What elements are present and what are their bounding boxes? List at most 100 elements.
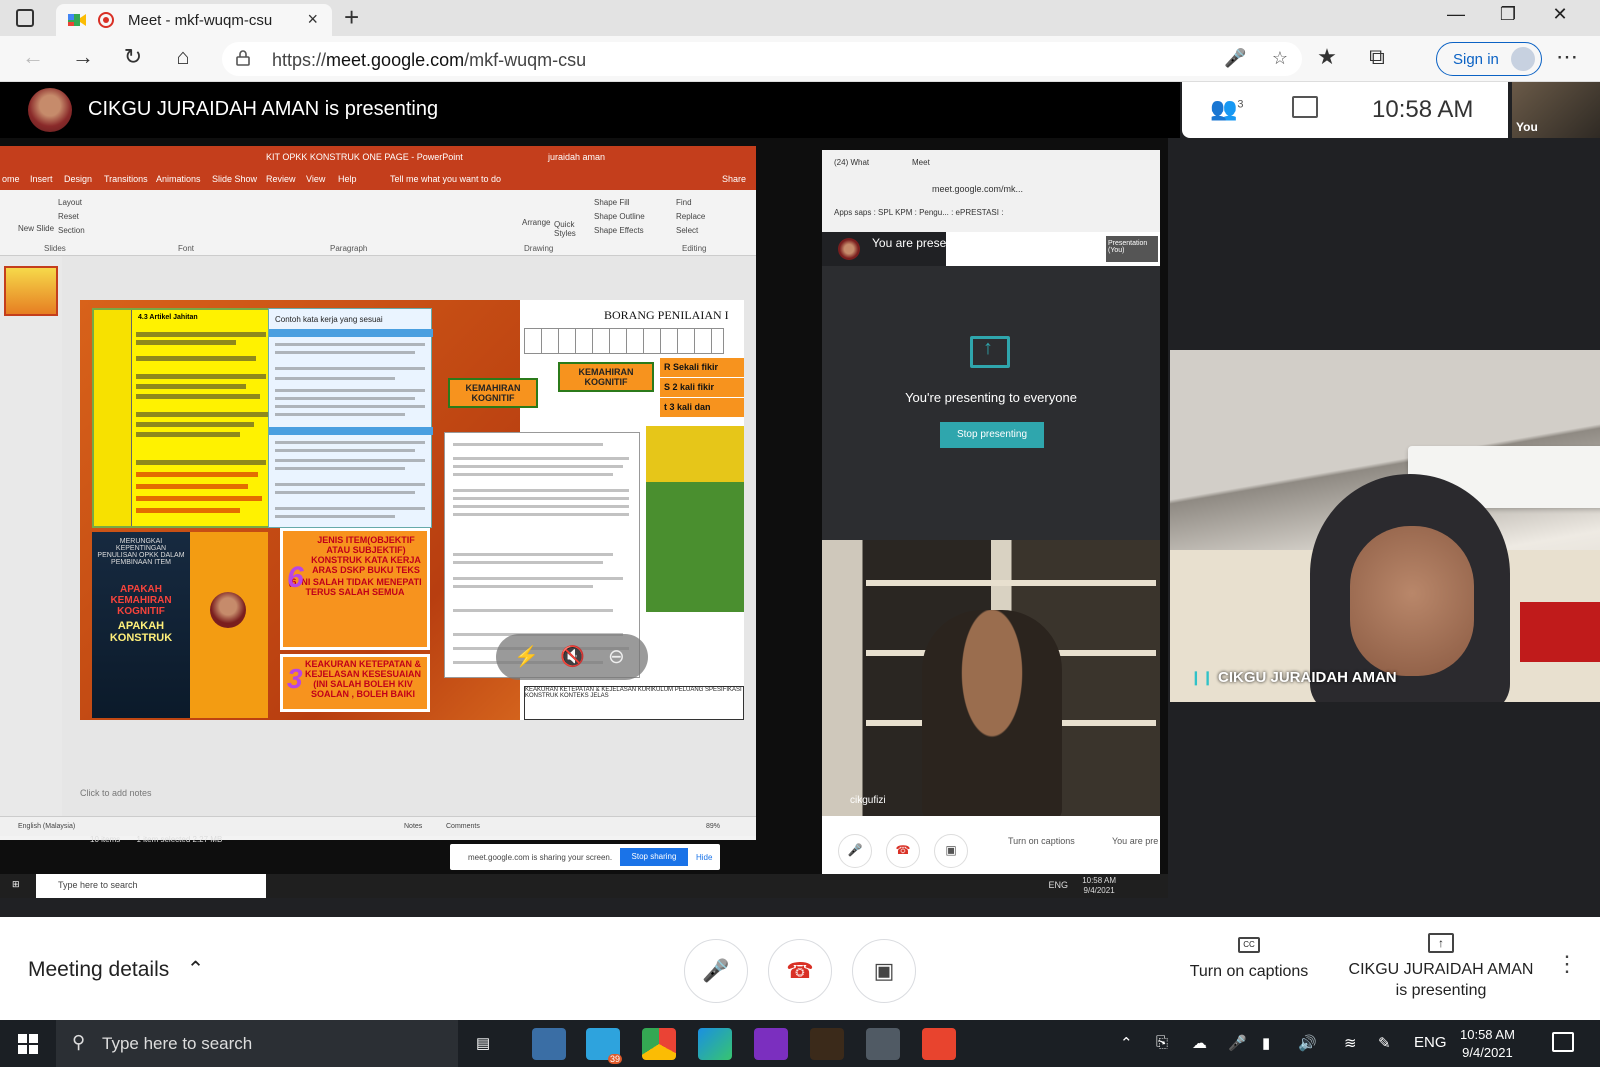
shared-url: meet.google.com/mk... (932, 184, 1024, 194)
meeting-details-button[interactable]: Meeting details ⌃ (28, 957, 204, 982)
pin-icon[interactable]: ⚡ (514, 644, 539, 669)
start-icon[interactable] (18, 1034, 38, 1054)
shared-tab-meet: Meet (912, 158, 930, 167)
tile-red-object (1520, 602, 1600, 662)
close-window-icon[interactable]: ✕ (1540, 4, 1580, 25)
self-video-tile[interactable]: You (1512, 82, 1600, 138)
participant-tile[interactable]: ❙❙ CIKGU JURAIDAH AMAN (1170, 350, 1600, 702)
ppt-share[interactable]: Share (722, 174, 746, 184)
new-slide-button[interactable]: New Slide (18, 224, 54, 233)
status-notes[interactable]: Notes (404, 823, 422, 830)
ppt-tab[interactable]: Review (266, 174, 296, 184)
new-tab-button[interactable]: + (344, 2, 359, 33)
recorder-app-icon[interactable] (922, 1028, 956, 1060)
ppt-tab[interactable]: ome (2, 174, 20, 184)
browser-tab-meet[interactable]: Meet - mkf-wuqm-csu × (56, 4, 332, 36)
volume-icon[interactable]: 🔊 (1298, 1034, 1317, 1052)
camera-icon: ▣ (873, 958, 895, 983)
task-view-icon[interactable]: ▤ (476, 1034, 490, 1052)
ppt-tab[interactable]: Animations (156, 174, 201, 184)
microphone-button[interactable]: 🎤 (684, 939, 748, 1003)
shared-hangup-icon: ☎ (886, 834, 920, 868)
url-field[interactable]: https://meet.google.com/mkf-wuqm-csu 🎤 ☆ (222, 42, 1302, 76)
reset-button[interactable]: Reset (58, 212, 79, 221)
find-button[interactable]: Find (676, 198, 692, 207)
select-button[interactable]: Select (676, 226, 698, 235)
wifi-icon[interactable]: ≋ (1344, 1034, 1357, 1052)
ppt-tab[interactable]: View (306, 174, 325, 184)
slide-thumbnail[interactable] (4, 266, 58, 316)
participant-figure (922, 610, 1062, 816)
leave-call-button[interactable]: ☎ (768, 939, 832, 1003)
notes-placeholder[interactable]: Click to add notes (80, 788, 152, 798)
battery-icon[interactable]: ▮ (1262, 1034, 1270, 1052)
minimize-icon[interactable]: — (1436, 4, 1476, 25)
ppt-doc-title: KIT OPKK KONSTRUK ONE PAGE - PowerPoint (266, 152, 463, 162)
layout-button[interactable]: Layout (58, 198, 82, 207)
more-options-icon[interactable]: ⋮ (1556, 951, 1578, 977)
desktop-app-icon[interactable] (532, 1028, 566, 1060)
more-options-icon[interactable]: ⋯ (1556, 44, 1578, 70)
taskbar-search[interactable]: ⚲ Type here to search (56, 1020, 458, 1067)
forward-icon[interactable]: → (68, 44, 98, 70)
taskbar-search-placeholder: Type here to search (102, 1034, 253, 1053)
sign-in-button[interactable]: Sign in (1436, 42, 1542, 76)
slide-editor[interactable]: 4.3 Artikel Jahitan Contoh kata kerja ya… (62, 256, 756, 816)
tray-microphone-icon[interactable]: 🎤 (1228, 1034, 1247, 1052)
ppt-tab[interactable]: Insert (30, 174, 53, 184)
replace-button[interactable]: Replace (676, 212, 705, 221)
participant-face (1350, 526, 1474, 676)
taskbar-clock[interactable]: 10:58 AM 9/4/2021 (1460, 1026, 1515, 1062)
shape-effects-button[interactable]: Shape Effects (594, 226, 644, 235)
camera-button[interactable]: ▣ (852, 939, 916, 1003)
telegram-icon[interactable]: 39 (586, 1028, 622, 1064)
chrome-icon[interactable] (642, 1028, 676, 1060)
close-tab-icon[interactable]: × (307, 9, 318, 30)
settings-app-icon[interactable] (866, 1028, 900, 1060)
edge-icon[interactable] (698, 1028, 732, 1060)
ppt-tab[interactable]: Transitions (104, 174, 148, 184)
collections-icon[interactable]: ⧉ (1362, 44, 1392, 70)
slide-fikir-list: R Sekali fikir S 2 kali fikir t 3 kali d… (660, 358, 744, 420)
pen-icon[interactable]: ✎ (1378, 1034, 1391, 1052)
shared-captions: Turn on captions (1008, 836, 1075, 846)
restore-icon[interactable]: ❐ (1488, 4, 1528, 25)
back-icon[interactable]: ← (18, 44, 48, 70)
ribbon-group-label: Drawing (524, 244, 554, 253)
people-icon[interactable]: 👥3 (1210, 96, 1244, 122)
onedrive-icon[interactable]: ☁ (1192, 1034, 1207, 1052)
presenting-status: is presenting (1395, 982, 1487, 999)
microphone-icon[interactable]: 🎤 (1224, 48, 1246, 68)
section-button[interactable]: Section (58, 226, 85, 235)
show-hidden-icons-icon[interactable]: ⌃ (1120, 1034, 1133, 1052)
presenting-button[interactable]: ↑ CIKGU JURAIDAH AMAN is presenting (1346, 933, 1536, 1001)
shape-outline-button[interactable]: Shape Outline (594, 212, 645, 221)
slide-thumbnails (0, 256, 62, 816)
ppt-tab[interactable]: Help (338, 174, 357, 184)
home-icon[interactable]: ⌂ (168, 44, 198, 70)
ppt-user: juraidah aman (548, 152, 606, 162)
ppt-tab[interactable]: Design (64, 174, 92, 184)
quick-styles-button[interactable]: Quick Styles (554, 220, 576, 238)
arrange-button[interactable]: Arrange (522, 218, 550, 227)
mute-icon[interactable]: 🔇 (560, 644, 585, 669)
shape-fill-button[interactable]: Shape Fill (594, 198, 630, 207)
notifications-icon[interactable] (1552, 1032, 1574, 1052)
tab-actions-icon[interactable] (16, 9, 34, 27)
game-icon[interactable] (810, 1028, 844, 1060)
onenote-icon[interactable] (754, 1028, 788, 1060)
remove-icon[interactable]: ⊖ (608, 644, 625, 669)
network-device-icon[interactable]: ⎘ (1156, 1034, 1168, 1051)
explorer-status: 10 items 1 item selected 2.27 MB (90, 835, 450, 849)
status-comments[interactable]: Comments (446, 823, 480, 830)
chat-icon[interactable] (1292, 96, 1318, 118)
captions-button[interactable]: CC Turn on captions (1184, 937, 1314, 981)
url-text: https://meet.google.com/mkf-wuqm-csu (272, 50, 587, 70)
favorite-add-icon[interactable]: ☆ (1272, 48, 1288, 68)
slide-table-header: Contoh kata kerja yang sesuai (275, 315, 383, 324)
ppt-tab[interactable]: Slide Show (212, 174, 257, 184)
ppt-tell-me[interactable]: Tell me what you want to do (390, 174, 501, 184)
input-language[interactable]: ENG (1414, 1034, 1447, 1051)
refresh-icon[interactable]: ↻ (118, 44, 148, 70)
favorites-icon[interactable]: ★ (1312, 44, 1342, 70)
